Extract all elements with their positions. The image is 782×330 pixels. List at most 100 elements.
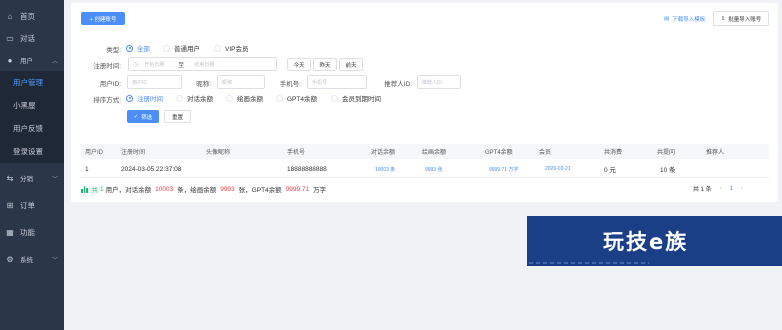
sidebar: ⌂ 首页 ▭ 对话 ● 用户 ︿ 用户管理 小黑屋 用户反馈 登录设置 ⇆ 分销… [0,0,64,330]
col-chat-balance: 对话余额 [371,150,396,156]
sort-option-label: 会员到期时间 [342,96,381,103]
cell-reg-time: 2024-03-05 22:37:08 [121,165,182,173]
quick-today-button[interactable]: 今天 [287,58,311,71]
batch-import-button[interactable]: ⇪ 批量导入账号 [713,11,769,26]
cell-gpt4-balance[interactable]: 9999.71 万字 [489,161,518,177]
radio-icon [226,94,233,102]
sidebar-item-label: 小黑屋 [13,101,36,110]
end-date-input[interactable]: 结束日期 [194,61,214,68]
sort-radio-draw[interactable]: 绘画余额 [226,93,263,103]
phone-input[interactable]: 手机号 [307,75,367,89]
type-radio-vip[interactable]: VIP会员 [214,43,248,53]
nav-features[interactable]: ▦ 功能 [0,221,64,243]
next-page-icon[interactable]: › [741,186,743,192]
type-radio-all[interactable]: 全部 [126,43,150,53]
quick-yesterday-button[interactable]: 昨天 [313,58,337,71]
start-date-input[interactable]: 开始日期 [144,61,164,68]
type-radio-normal[interactable]: 普通用户 [163,43,200,53]
sort-radio-vip-expire[interactable]: 会员到期时间 [331,93,381,103]
create-account-button[interactable]: + 创建账号 [81,12,125,25]
cart-icon: ⊞ [6,200,14,210]
sidebar-item-blacklist[interactable]: 小黑屋 [0,94,64,117]
summary-chat: 10003 [155,185,174,193]
radio-icon [126,94,133,102]
sort-radio-gpt4[interactable]: GPT4余额 [276,93,317,103]
nickname-label: 昵称: [196,81,211,88]
nav-features-label: 功能 [20,227,35,237]
quick-daybefore-button[interactable]: 前天 [339,58,363,71]
summary-text-2: 条，绘画余额 [177,187,217,194]
sidebar-item-user-manage[interactable]: 用户管理 [0,71,64,94]
nav-distribution[interactable]: ⇆ 分销 ﹀ [0,167,64,189]
cell-chat-balance[interactable]: 10003 条 [375,161,395,177]
sort-option-label: 绘画余额 [237,96,263,103]
nav-chat[interactable]: ▭ 对话 [0,27,64,49]
col-draw-balance: 绘画余额 [422,150,447,156]
nav-user[interactable]: ● 用户 ︿ [0,49,64,71]
radio-icon [176,94,183,102]
sort-option-label: 注册时间 [137,96,163,103]
to-label: 至 [178,62,185,69]
summary-text-1: 用户，对话余额 [105,187,152,194]
userid-input[interactable]: 用户ID [127,75,182,89]
chat-icon: ▭ [6,33,14,43]
reset-button[interactable]: 重置 [164,110,191,123]
bar-chart-icon [81,185,88,193]
type-option-label: 普通用户 [174,46,200,53]
download-template-link[interactable]: ▤ 下载导入模板 [664,15,705,23]
radio-icon [126,44,133,52]
nav-system-label: 系统 [20,257,33,264]
cell-draw-balance[interactable]: 9993 张 [425,161,443,177]
nav-distribution-label: 分销 [20,176,33,183]
user-submenu: 用户管理 小黑屋 用户反馈 登录设置 [0,71,64,163]
chevron-down-icon: ﹀ [51,257,58,264]
pagination: 共 1 条 ‹ 1 › [693,184,743,194]
table-row[interactable]: 1 2024-03-05 22:37:08 18888888888 10003 … [81,161,769,178]
download-template-label: 下载导入模板 [672,17,706,23]
summary-prefix: 共 [91,187,99,194]
sidebar-item-label: 用户管理 [13,78,43,87]
reg-time-label: 注册时间: [93,63,121,70]
nav-home[interactable]: ⌂ 首页 [0,5,64,27]
prev-page-icon[interactable]: ‹ [720,186,722,192]
sort-radio-reg-time[interactable]: 注册时间 [126,93,163,103]
page-1[interactable]: 1 [730,186,733,192]
reg-date-range[interactable]: ◷ 开始日期 至 结束日期 [128,57,277,71]
check-icon: ✓ [133,113,139,120]
nav-home-label: 首页 [20,11,35,21]
nav-orders[interactable]: ⊞ 订单 [0,194,64,216]
col-reg-time: 注册时间 [121,150,146,156]
nav-system[interactable]: ⚙ 系统 ﹀ [0,248,64,270]
type-option-label: VIP会员 [225,46,249,53]
table-header: 用户ID 注册时间 头像昵称 手机号 对话余额 绘画余额 GPT4余额 会员 共… [81,144,769,159]
type-option-label: 全部 [137,46,150,53]
chevron-up-icon: ︿ [51,58,58,65]
sidebar-item-label: 登录设置 [13,147,43,156]
nav-chat-label: 对话 [20,33,35,43]
filter-button[interactable]: ✓ 筛选 [127,110,159,123]
sidebar-item-feedback[interactable]: 用户反馈 [0,117,64,140]
radio-icon [331,94,338,102]
radio-icon [276,94,283,102]
sidebar-item-login-settings[interactable]: 登录设置 [0,140,64,163]
sort-option-label: 对话余额 [187,96,213,103]
share-icon: ⇆ [6,173,14,183]
sort-radio-chat[interactable]: 对话余额 [176,93,213,103]
radio-icon [214,44,221,52]
batch-import-label: 批量导入账号 [728,16,762,23]
upload-icon: ⇪ [720,15,726,22]
col-avatar-nickname: 头像昵称 [206,150,231,156]
table-summary: 共 1 用户，对话余额 10003 条，绘画余额 9993 张，GPT4余额 9… [81,184,326,194]
col-referrer: 推荐人 [706,150,725,156]
summary-gpt4: 9999.71 [285,185,310,193]
col-userid: 用户ID [85,150,104,156]
document-icon: ▤ [664,16,670,22]
sidebar-item-label: 用户反馈 [13,124,43,133]
cell-vip-expire[interactable]: 2026-03-21 [545,161,571,177]
cell-phone: 18888888888 [287,165,327,173]
userid-label: 用户ID: [99,81,121,88]
nickname-input[interactable]: 昵称 [217,75,265,89]
col-gpt4-balance: GPT4余额 [485,150,513,156]
col-total-questions: 共提问 [657,150,676,156]
referrer-input[interactable]: 推荐人ID [417,75,461,89]
